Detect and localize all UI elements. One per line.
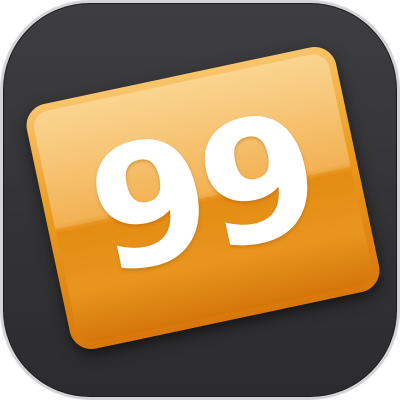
number-tile: 99 [22, 42, 384, 354]
app-icon[interactable]: 99 [0, 0, 400, 400]
